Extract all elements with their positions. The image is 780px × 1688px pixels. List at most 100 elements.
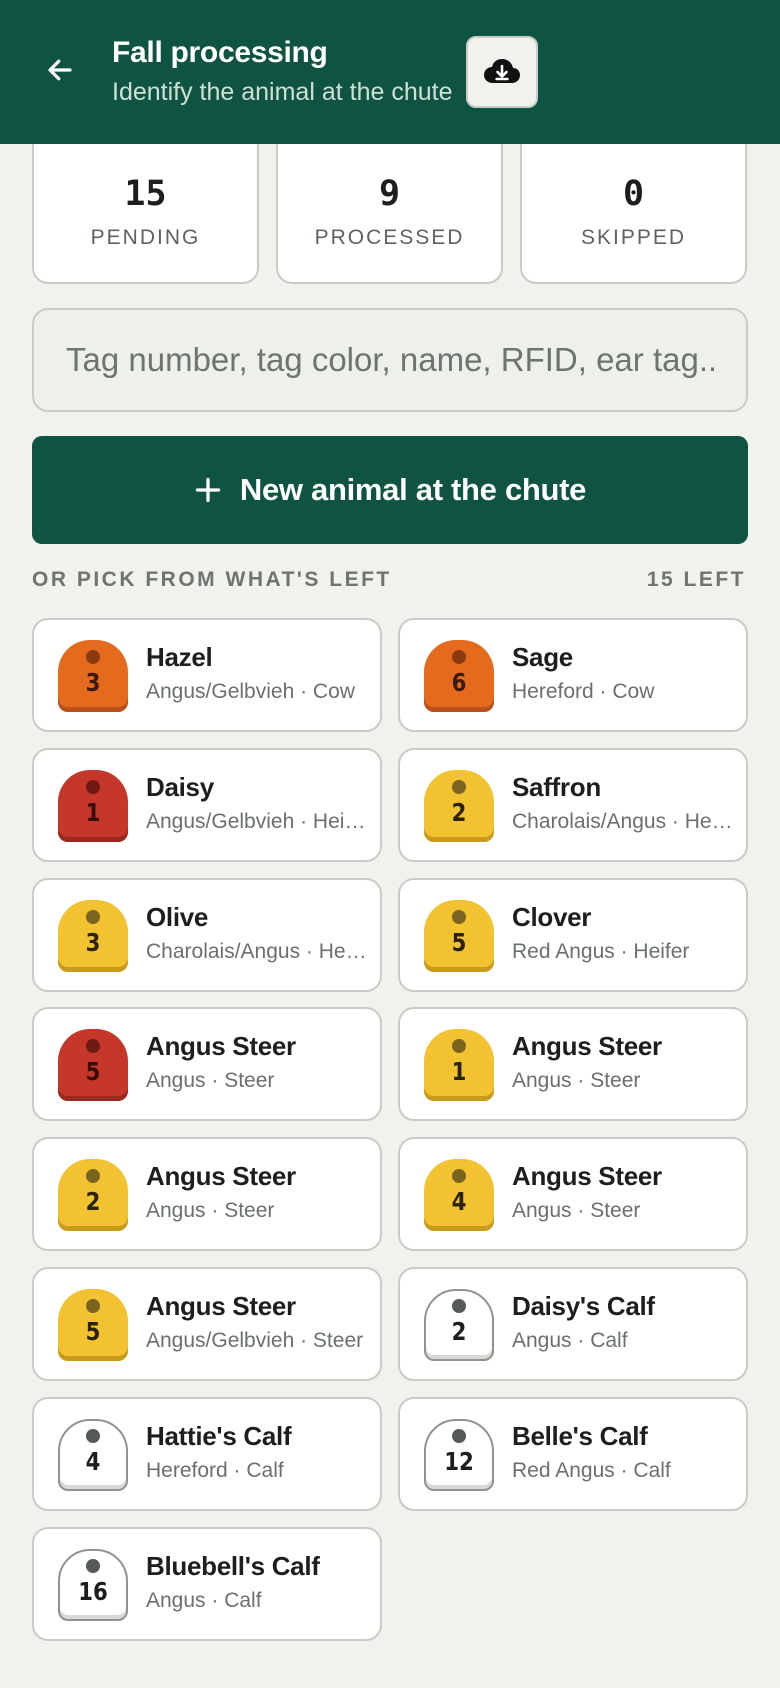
tag-hole xyxy=(86,780,100,794)
animal-name: Clover xyxy=(512,902,592,932)
page-title: Fall processing xyxy=(112,36,328,69)
tag-number: 2 xyxy=(451,1317,467,1346)
plus-icon xyxy=(195,477,221,503)
animal-card[interactable]: 5 Clover Red Angus · Heifer xyxy=(398,878,748,992)
animal-name: Sage xyxy=(512,642,573,672)
stat-label: SKIPPED xyxy=(580,226,687,249)
ear-tag-icon: 5 xyxy=(58,1029,128,1101)
download-button[interactable] xyxy=(466,36,538,108)
ear-tag-icon: 5 xyxy=(424,900,494,972)
animal-card[interactable]: 12 Belle's Calf Red Angus · Calf xyxy=(398,1397,748,1511)
tag-number: 2 xyxy=(85,1187,101,1216)
animal-name: Daisy xyxy=(146,772,214,802)
animal-card[interactable]: 4 Hattie's Calf Hereford · Calf xyxy=(32,1397,382,1511)
stat-value: 15 xyxy=(124,174,167,214)
tag-hole xyxy=(86,1039,100,1053)
animal-name: Belle's Calf xyxy=(512,1421,648,1451)
ear-tag-icon: 6 xyxy=(424,640,494,712)
stat-processed: 9 PROCESSED xyxy=(276,144,503,284)
animal-breed-class: Angus/Gelbvieh · Cow xyxy=(146,680,355,703)
animal-breed-class: Red Angus · Calf xyxy=(512,1459,671,1482)
page-subtitle: Identify the animal at the chute xyxy=(112,78,453,106)
stat-pending: 15 PENDING xyxy=(32,144,259,284)
animal-card[interactable]: 5 Angus Steer Angus · Steer xyxy=(32,1007,382,1121)
ear-tag-icon: 2 xyxy=(424,770,494,842)
animal-card[interactable]: 4 Angus Steer Angus · Steer xyxy=(398,1137,748,1251)
back-button[interactable] xyxy=(38,48,82,92)
new-animal-label: New animal at the chute xyxy=(239,472,587,507)
animal-name: Hazel xyxy=(146,642,213,672)
tag-number: 3 xyxy=(85,928,101,957)
animal-breed-class: Angus · Steer xyxy=(146,1069,275,1092)
arrow-left-icon xyxy=(48,59,72,81)
tag-hole xyxy=(452,910,466,924)
tag-hole xyxy=(452,650,466,664)
tag-number: 5 xyxy=(85,1057,101,1086)
animal-breed-class: Angus · Steer xyxy=(512,1069,641,1092)
animal-card[interactable]: 1 Angus Steer Angus · Steer xyxy=(398,1007,748,1121)
remaining-count: 15 LEFT xyxy=(646,568,746,591)
ear-tag-icon: 3 xyxy=(58,900,128,972)
tag-number: 4 xyxy=(85,1447,101,1476)
stat-value: 9 xyxy=(378,174,401,214)
tag-number: 1 xyxy=(85,798,101,827)
animal-name: Angus Steer xyxy=(146,1161,296,1191)
tag-number: 5 xyxy=(85,1317,101,1346)
animal-card[interactable]: 2 Saffron Charolais/Angus · Heifer xyxy=(398,748,748,862)
animal-name: Angus Steer xyxy=(146,1031,296,1061)
tag-hole xyxy=(86,1559,100,1573)
animal-name: Angus Steer xyxy=(146,1291,296,1321)
animal-breed-class: Angus/Gelbvieh · Steer xyxy=(146,1329,364,1352)
tag-hole xyxy=(86,1429,100,1443)
animal-breed-class: Angus · Steer xyxy=(146,1199,275,1222)
stats-summary: 15 PENDING 9 PROCESSED 0 SKIPPED xyxy=(32,144,748,284)
animal-card[interactable]: 3 Olive Charolais/Angus · Heifer xyxy=(32,878,382,992)
animal-breed-class: Red Angus · Heifer xyxy=(512,940,690,963)
stat-label: PENDING xyxy=(90,226,201,249)
cloud-download-icon xyxy=(484,59,520,83)
animal-card[interactable]: 16 Bluebell's Calf Angus · Calf xyxy=(32,1527,382,1641)
tag-hole xyxy=(452,1299,466,1313)
ear-tag-icon: 1 xyxy=(424,1029,494,1101)
tag-number: 5 xyxy=(451,928,467,957)
tag-hole xyxy=(452,780,466,794)
section-label: OR PICK FROM WHAT'S LEFT xyxy=(32,568,392,591)
tag-number: 2 xyxy=(451,798,467,827)
app-header: Fall processing Identify the animal at t… xyxy=(0,0,780,144)
animal-card[interactable]: 3 Hazel Angus/Gelbvieh · Cow xyxy=(32,618,382,732)
animal-breed-class: Angus · Steer xyxy=(512,1199,641,1222)
animal-name: Angus Steer xyxy=(512,1031,662,1061)
animal-name: Angus Steer xyxy=(512,1161,662,1191)
animal-name: Hattie's Calf xyxy=(146,1421,292,1451)
tag-number: 1 xyxy=(451,1057,467,1086)
animal-card[interactable]: 5 Angus Steer Angus/Gelbvieh · Steer xyxy=(32,1267,382,1381)
tag-hole xyxy=(86,1169,100,1183)
stat-value: 0 xyxy=(622,174,645,214)
tag-hole xyxy=(452,1039,466,1053)
ear-tag-icon: 4 xyxy=(424,1159,494,1231)
animal-card[interactable]: 2 Daisy's Calf Angus · Calf xyxy=(398,1267,748,1381)
new-animal-button[interactable]: New animal at the chute xyxy=(32,436,748,544)
section-header: OR PICK FROM WHAT'S LEFT 15 LEFT xyxy=(32,568,748,594)
animal-breed-class: Charolais/Angus · Heifer xyxy=(512,810,734,833)
tag-number: 6 xyxy=(451,668,467,697)
animal-breed-class: Hereford · Cow xyxy=(512,680,655,703)
tag-number: 3 xyxy=(85,668,101,697)
animal-card[interactable]: 1 Daisy Angus/Gelbvieh · Heifer xyxy=(32,748,382,862)
ear-tag-icon: 1 xyxy=(58,770,128,842)
stat-label: PROCESSED xyxy=(314,226,465,249)
animal-card[interactable]: 6 Sage Hereford · Cow xyxy=(398,618,748,732)
tag-hole xyxy=(86,910,100,924)
ear-tag-icon: 2 xyxy=(58,1159,128,1231)
tag-number: 12 xyxy=(444,1447,474,1476)
tag-hole xyxy=(452,1429,466,1443)
tag-number: 16 xyxy=(78,1577,108,1606)
tag-hole xyxy=(86,650,100,664)
animal-name: Olive xyxy=(146,902,209,932)
animal-breed-class: Angus · Calf xyxy=(512,1329,628,1352)
animal-card[interactable]: 2 Angus Steer Angus · Steer xyxy=(32,1137,382,1251)
animal-breed-class: Hereford · Calf xyxy=(146,1459,284,1482)
search-input[interactable] xyxy=(32,308,748,412)
animal-name: Saffron xyxy=(512,772,601,802)
tag-hole xyxy=(452,1169,466,1183)
